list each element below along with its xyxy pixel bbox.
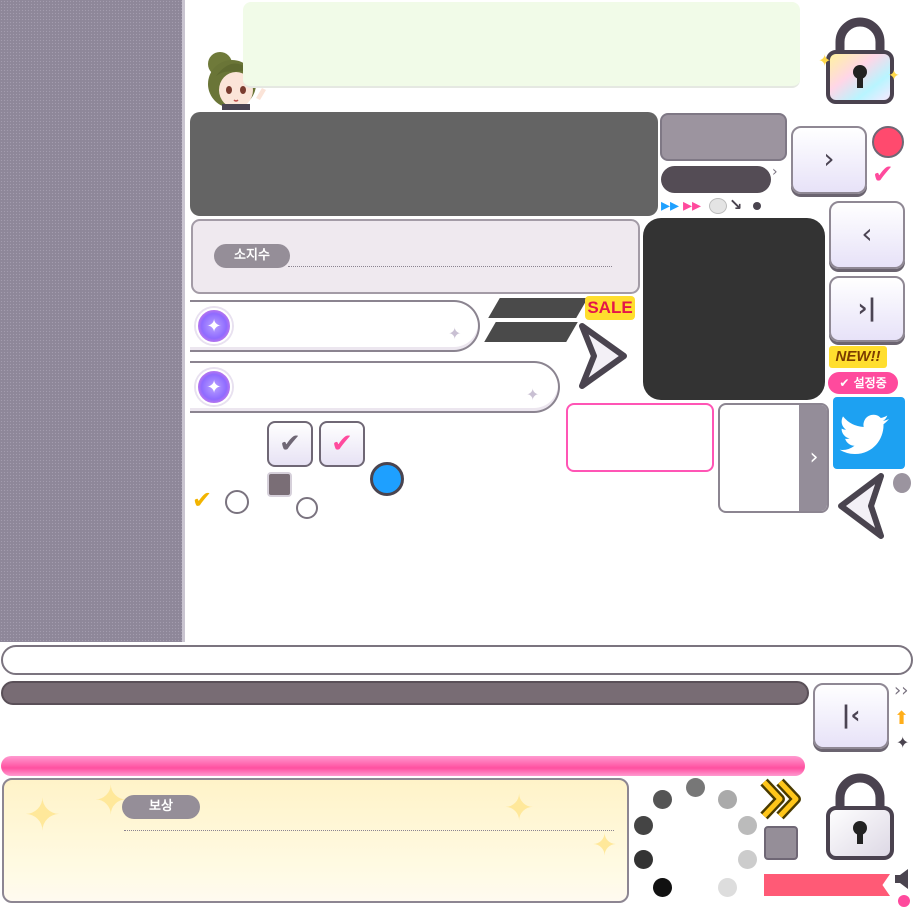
chevron-right-icon: › [823,142,835,175]
reward-label: 보상 [122,795,200,819]
svg-text:✦: ✦ [818,51,831,70]
last-page-button[interactable]: ›| [829,276,905,342]
selection-frame[interactable] [566,403,714,472]
big-chevron-right-icon[interactable] [574,320,634,392]
slanted-bar-2 [484,322,578,342]
info-panel-placeholder [660,113,787,161]
reward-dotted-line [124,830,614,831]
twitter-share-button[interactable] [833,397,905,469]
radio-empty[interactable] [296,497,318,519]
lock-icon: ✦ ✦ [818,14,900,114]
big-chevron-left-icon[interactable] [833,470,889,542]
arrow-down-right-icon: ↘ [729,195,743,214]
new-badge: NEW!! [829,346,887,368]
radio-filled-square[interactable] [267,472,292,497]
svg-text:✦: ✦ [888,68,900,84]
status-pill-placeholder [661,166,771,193]
progress-bar-track [1,681,809,705]
slanted-bar-1 [488,298,588,318]
item-badge-icon: ✦ [196,308,232,344]
active-badge-label: 설정중 [853,376,887,390]
pink-ribbon [764,874,890,896]
radio-empty[interactable] [225,490,249,514]
active-badge: ✔ 설정중 [828,372,898,394]
fast-forward-icon[interactable]: ▸▸ [661,196,679,216]
prev-button[interactable]: ‹ [829,201,905,269]
item-bar-2[interactable]: ✦ ✦ [190,361,560,413]
check-icon: ✔ [192,486,213,514]
checkbox-checked-gray[interactable]: ✔ [267,421,313,467]
progress-bar-pink [1,756,805,776]
sparkle-icon: ✦ [24,790,61,841]
sparkle-icon: ✦ [526,385,540,404]
skip-to-start-icon: |‹ [841,701,861,729]
twitter-icon [839,414,889,455]
owned-dotted-line [288,266,612,267]
fast-forward-icon[interactable] [760,776,806,822]
checkbox-checked-pink[interactable]: ✔ [319,421,365,467]
sparkle-icon: ✦ [896,733,910,752]
check-icon: ✔ [279,429,301,459]
skip-to-end-icon: ›| [857,294,877,322]
speaker-icon[interactable] [893,868,913,890]
owned-count-panel: 소지수 [191,219,640,294]
notification-indicator [872,126,904,158]
toggle-off-icon[interactable] [709,198,727,214]
owned-label: 소지수 [214,244,290,268]
sale-badge: SALE [585,296,635,320]
lock-icon [820,772,900,872]
top-banner-panel [243,2,800,88]
fast-forward-pink-icon[interactable]: ▸▸ [683,196,701,216]
reward-panel: ✦ ✦ ✦ ✦ 보상 [2,778,629,903]
progress-bar-empty [1,645,913,675]
preview-placeholder [643,218,825,400]
check-icon: ✔ [839,376,850,390]
content-panel-placeholder [190,112,658,216]
square-indicator [764,826,798,860]
sidebar-divider [182,0,185,642]
left-sidebar-panel [0,0,182,642]
expandable-panel: › [718,403,829,513]
radio-selected-blue[interactable] [370,462,404,496]
pink-dot-indicator [898,895,910,907]
chevron-right-icon: › [809,445,819,470]
first-page-button[interactable]: |‹ [813,683,889,749]
gray-dot-indicator [891,471,913,495]
arrow-up-icon: ⬆ [894,708,910,729]
check-icon: ✔ [872,160,894,190]
item-bar-1[interactable]: ✦ ✦ [190,300,480,352]
item-badge-icon: ✦ [196,369,232,405]
small-dot-icon [753,202,761,210]
chevron-left-icon: ‹ [861,217,873,250]
sparkle-icon: ✦ [448,324,462,343]
chevron-right-icon: › [772,164,778,180]
expand-tab-button[interactable]: › [799,405,827,511]
check-icon: ✔ [331,429,353,459]
chevron-right-icon: ›› [894,680,909,701]
sparkle-icon: ✦ [592,828,618,863]
loading-spinner-icon [630,776,762,902]
sparkle-icon: ✦ [504,788,535,829]
next-button[interactable]: › [791,126,867,194]
